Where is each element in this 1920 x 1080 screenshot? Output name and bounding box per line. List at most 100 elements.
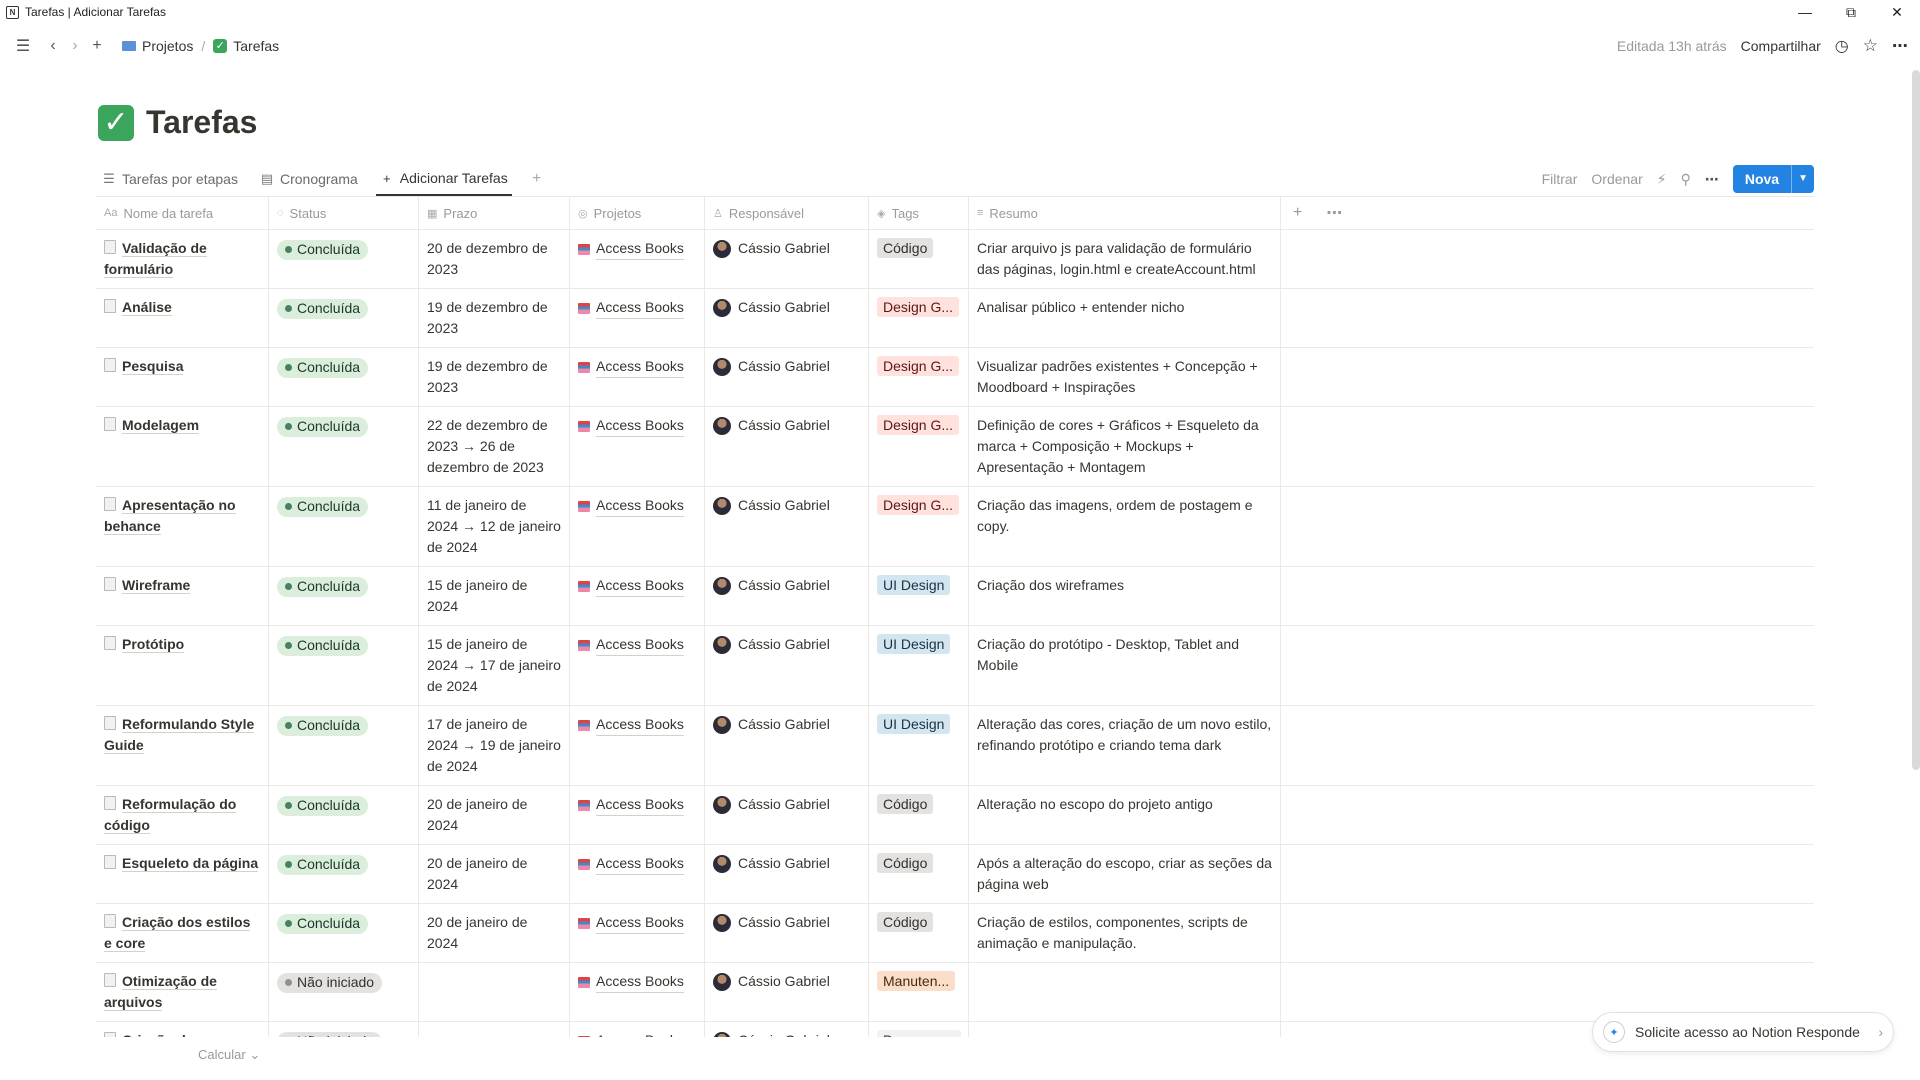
column-header-resumo[interactable]: ≡ Resumo (969, 197, 1281, 229)
cell-resumo[interactable]: Criar arquivo js para validação de formu… (969, 230, 1281, 288)
calculate-button[interactable]: Calcular ⌄ (198, 1047, 260, 1063)
task-name[interactable]: Reformulando Style Guide (104, 716, 255, 754)
column-header-tags[interactable]: ◈ Tags (869, 197, 969, 229)
cell-tags[interactable]: Código (869, 845, 969, 903)
task-name[interactable]: Protótipo (122, 636, 185, 653)
column-header-responsavel[interactable]: ♙ Responsável (705, 197, 869, 229)
cell-nome[interactable]: Pesquisa (96, 348, 269, 406)
task-name[interactable]: Esqueleto da página (122, 855, 259, 872)
table-row[interactable]: Esqueleto da página Concluída 20 de janeir… (96, 845, 1814, 904)
cell-status[interactable]: Concluída (269, 567, 419, 625)
lightning-icon[interactable]: ⚡ (1657, 171, 1667, 188)
cell-nome[interactable]: Reformulando Style Guide (96, 706, 269, 785)
table-row[interactable]: Reformulando Style Guide Concluída 17 de j… (96, 706, 1814, 786)
tab-tarefas-por-etapas[interactable]: ☰ Tarefas por etapas (98, 162, 242, 196)
table-row[interactable]: Modelagem Concluída 22 de dezembro de 2023… (96, 407, 1814, 487)
project-link[interactable]: Access Books (596, 356, 684, 378)
cell-nome[interactable]: Criação da documentação (96, 1022, 269, 1037)
project-link[interactable]: Access Books (596, 714, 684, 736)
cell-resumo[interactable]: Alteração das cores, criação de um novo … (969, 706, 1281, 785)
column-header-status[interactable]: ◌ Status (269, 197, 419, 229)
project-link[interactable]: Access Books (596, 575, 684, 597)
cell-status[interactable]: Concluída (269, 845, 419, 903)
breadcrumb-tarefas[interactable]: ✓ Tarefas (209, 36, 283, 56)
table-row[interactable]: Reformulação do código Concluída 20 de jan… (96, 786, 1814, 845)
page-title[interactable]: Tarefas (146, 104, 257, 141)
cell-responsavel[interactable]: Cássio Gabriel (705, 626, 869, 705)
search-icon[interactable]: ⚲ (1681, 171, 1691, 188)
task-name[interactable]: Otimização de arquivos (104, 973, 217, 1011)
cell-status[interactable]: Concluída (269, 487, 419, 566)
table-row[interactable]: Otimização de arquivos Não iniciado Access… (96, 963, 1814, 1022)
more-icon[interactable]: ⋯ (1705, 171, 1719, 188)
project-link[interactable]: Access Books (596, 297, 684, 319)
cell-prazo[interactable] (419, 1022, 570, 1037)
table-row[interactable]: Criação dos estilos e core Concluída 20 de… (96, 904, 1814, 963)
cell-status[interactable]: Concluída (269, 289, 419, 347)
column-header-prazo[interactable]: ▦ Prazo (419, 197, 570, 229)
cell-status[interactable]: Concluída (269, 786, 419, 844)
cell-projetos[interactable]: Access Books (570, 1022, 705, 1037)
menu-icon[interactable]: ☰ (12, 35, 34, 57)
project-link[interactable]: Access Books (596, 634, 684, 656)
cell-responsavel[interactable]: Cássio Gabriel (705, 567, 869, 625)
breadcrumb-projetos[interactable]: Projetos (118, 36, 197, 56)
cell-status[interactable]: Concluída (269, 706, 419, 785)
cell-tags[interactable]: Código (869, 786, 969, 844)
cell-nome[interactable]: Wireframe (96, 567, 269, 625)
scrollbar[interactable] (1912, 70, 1920, 770)
task-name[interactable]: Modelagem (122, 417, 200, 434)
more-icon[interactable]: ⋯ (1326, 203, 1342, 223)
task-name[interactable]: Apresentação no behance (104, 497, 236, 535)
table-row[interactable]: Wireframe Concluída 15 de janeiro de 2024 A… (96, 567, 1814, 626)
cell-nome[interactable]: Otimização de arquivos (96, 963, 269, 1021)
cell-status[interactable]: Concluída (269, 348, 419, 406)
project-link[interactable]: Access Books (596, 495, 684, 517)
star-icon[interactable]: ☆ (1863, 36, 1878, 56)
cell-projetos[interactable]: Access Books (570, 786, 705, 844)
cell-resumo[interactable]: Analisar público + entender nicho (969, 289, 1281, 347)
cell-responsavel[interactable]: Cássio Gabriel (705, 845, 869, 903)
task-name[interactable]: Criação dos estilos e core (104, 914, 251, 952)
cell-projetos[interactable]: Access Books (570, 706, 705, 785)
cell-status[interactable]: Concluída (269, 230, 419, 288)
cell-prazo[interactable]: 20 de dezembro de 2023 (419, 230, 570, 288)
cell-prazo[interactable]: 17 de janeiro de 2024 → 19 de janeiro de… (419, 706, 570, 785)
new-button[interactable]: Nova ▼ (1732, 165, 1814, 193)
column-header-nome[interactable]: Aa Nome da tarefa (96, 197, 269, 229)
column-header-projetos[interactable]: ◎ Projetos (570, 197, 705, 229)
cell-resumo[interactable]: Criação do protótipo - Desktop, Tablet a… (969, 626, 1281, 705)
cell-tags[interactable]: UI Design (869, 567, 969, 625)
project-link[interactable]: Access Books (596, 853, 684, 875)
cell-responsavel[interactable]: Cássio Gabriel (705, 963, 869, 1021)
minimize-icon[interactable]: — (1782, 0, 1828, 24)
table-row[interactable]: Protótipo Concluída 15 de janeiro de 2024 … (96, 626, 1814, 706)
table-row[interactable]: Apresentação no behance Concluída 11 de ja… (96, 487, 1814, 567)
check-icon[interactable]: ✓ (98, 104, 134, 141)
cell-tags[interactable]: Código (869, 230, 969, 288)
restore-icon[interactable]: ⧉ (1828, 0, 1874, 24)
cell-tags[interactable]: UI Design (869, 706, 969, 785)
cell-tags[interactable]: Design G... (869, 487, 969, 566)
cell-resumo[interactable]: Criação das imagens, ordem de postagem e… (969, 487, 1281, 566)
cell-status[interactable]: Não iniciado (269, 963, 419, 1021)
cell-resumo[interactable]: Visualizar padrões existentes + Concepçã… (969, 348, 1281, 406)
cell-nome[interactable]: Apresentação no behance (96, 487, 269, 566)
project-link[interactable]: Access Books (596, 912, 684, 934)
cell-resumo[interactable]: Alteração no escopo do projeto antigo (969, 786, 1281, 844)
cell-projetos[interactable]: Access Books (570, 348, 705, 406)
cell-tags[interactable]: UI Design (869, 626, 969, 705)
task-name[interactable]: Reformulação do código (104, 796, 237, 834)
cell-tags[interactable]: Manuten... (869, 963, 969, 1021)
cell-prazo[interactable]: 15 de janeiro de 2024 (419, 567, 570, 625)
table-row[interactable]: Criação da documentação Não iniciado Acces… (96, 1022, 1814, 1037)
cell-responsavel[interactable]: Cássio Gabriel (705, 1022, 869, 1037)
clock-icon[interactable]: ◷ (1835, 36, 1849, 56)
cell-prazo[interactable]: 15 de janeiro de 2024 → 17 de janeiro de… (419, 626, 570, 705)
cell-responsavel[interactable]: Cássio Gabriel (705, 407, 869, 486)
add-view-button[interactable]: + (526, 162, 548, 196)
tab-adicionar-tarefas[interactable]: + Adicionar Tarefas (375, 162, 512, 196)
cell-status[interactable]: Concluída (269, 904, 419, 962)
cell-resumo[interactable] (969, 1022, 1281, 1037)
cell-prazo[interactable]: 20 de janeiro de 2024 (419, 845, 570, 903)
